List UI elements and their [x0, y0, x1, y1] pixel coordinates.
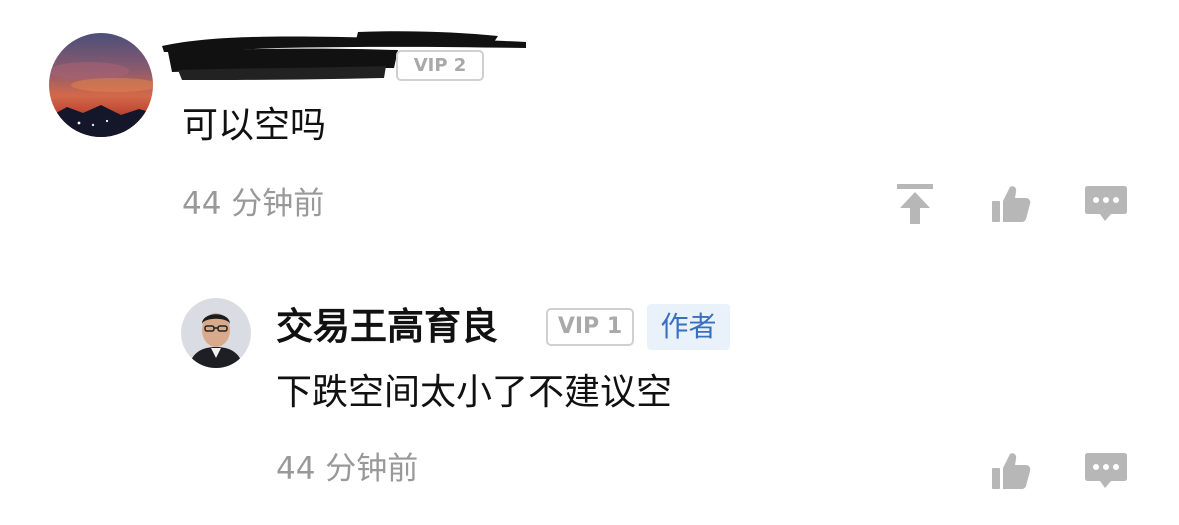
comment-icon[interactable] [1085, 185, 1127, 222]
vip-badge: VIP 2 [396, 50, 484, 81]
pin-to-top-icon[interactable] [896, 183, 934, 225]
commenter-avatar[interactable] [49, 33, 153, 137]
reply-timestamp: 44 分钟前 [276, 451, 419, 487]
author-tag: 作者 [647, 304, 730, 350]
author-portrait-image [181, 298, 251, 368]
comment-timestamp: 44 分钟前 [182, 186, 325, 222]
thumbs-up-icon[interactable] [991, 452, 1031, 490]
author-username[interactable]: 交易王高育良 [276, 304, 498, 350]
reply-content: 下跌空间太小了不建议空 [276, 372, 673, 413]
comment-thread: VIP 2 可以空吗 44 分钟前 交易王高育良 VIP 1 作者 下跌空间太小… [0, 0, 1179, 525]
vip-badge: VIP 1 [546, 308, 634, 346]
comment-content: 可以空吗 [182, 105, 327, 146]
thumbs-up-icon[interactable] [991, 185, 1031, 223]
sunset-avatar-image [49, 33, 153, 137]
comment-icon[interactable] [1085, 452, 1127, 489]
author-avatar[interactable] [181, 298, 251, 368]
